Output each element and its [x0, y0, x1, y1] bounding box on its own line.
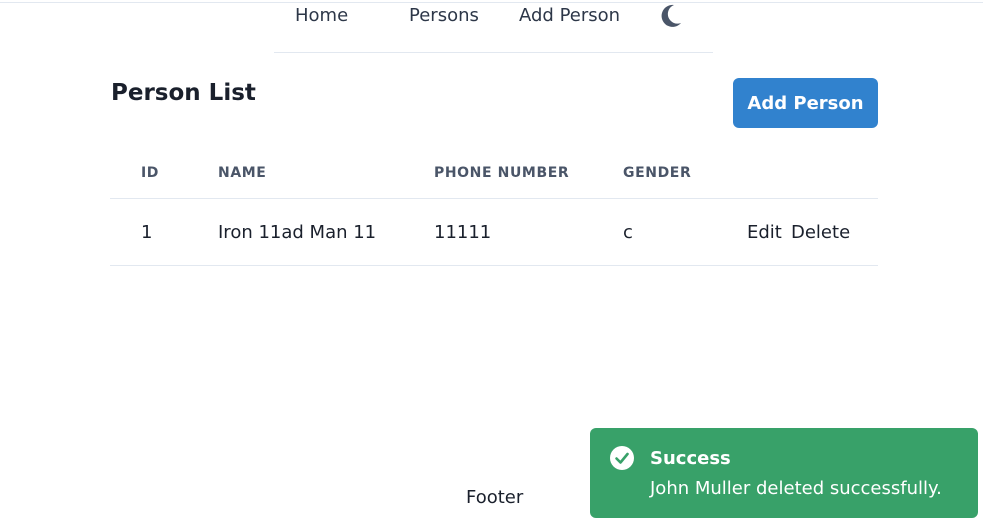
table-row: 1 Iron 11ad Man 11 11111 c Edit Delete — [110, 199, 878, 266]
edit-link[interactable]: Edit — [747, 222, 782, 243]
cell-name: Iron 11ad Man 11 — [218, 222, 377, 243]
header-phone-number: PHONE NUMBER — [434, 165, 570, 181]
header-name: NAME — [218, 165, 267, 181]
add-person-button[interactable]: Add Person — [733, 78, 878, 128]
header-id: ID — [141, 165, 160, 181]
moon-icon[interactable] — [657, 3, 683, 29]
cell-gender: c — [623, 222, 633, 243]
footer: Footer — [466, 487, 524, 508]
cell-phone: 11111 — [434, 222, 492, 243]
nav-add-person-link[interactable]: Add Person — [519, 5, 620, 26]
table-header: ID NAME PHONE NUMBER GENDER — [110, 148, 878, 199]
top-nav: Home Persons Add Person — [274, 0, 713, 53]
person-table: ID NAME PHONE NUMBER GENDER 1 Iron 11ad … — [110, 148, 878, 266]
check-circle-icon — [610, 446, 634, 470]
toast-title: Success — [650, 448, 731, 469]
toast-message: John Muller deleted successfully. — [650, 478, 942, 499]
nav-persons-link[interactable]: Persons — [409, 5, 479, 26]
nav-home-link[interactable]: Home — [295, 5, 348, 26]
cell-id: 1 — [141, 222, 153, 243]
header-gender: GENDER — [623, 165, 692, 181]
page-title: Person List — [111, 80, 256, 106]
delete-link[interactable]: Delete — [791, 222, 850, 243]
success-toast[interactable]: Success John Muller deleted successfully… — [590, 428, 978, 518]
